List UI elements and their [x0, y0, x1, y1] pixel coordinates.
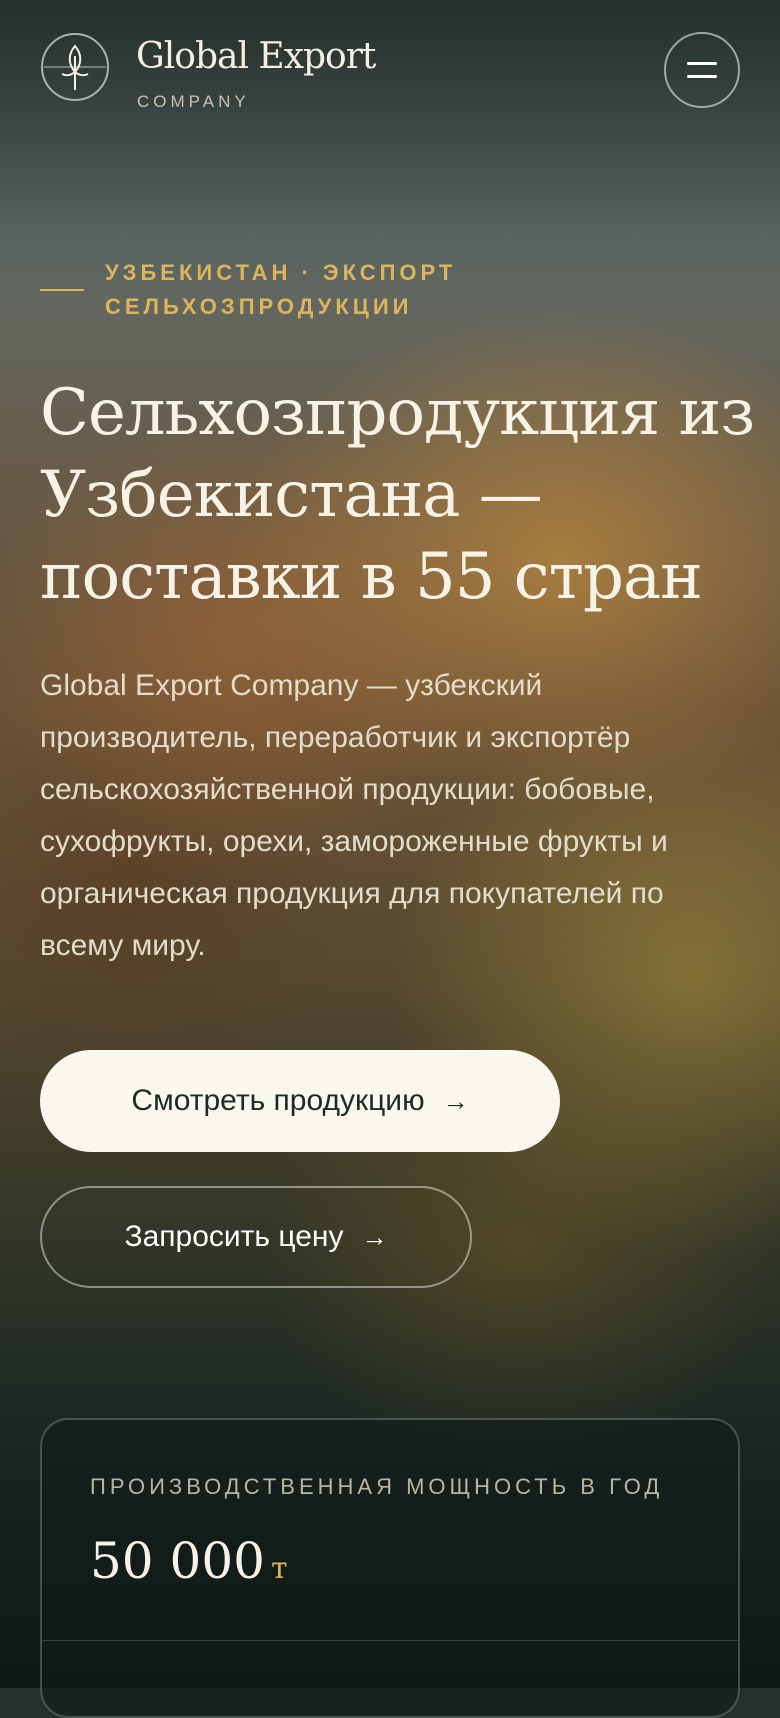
wheat-icon	[41, 33, 109, 101]
view-products-button[interactable]: Смотреть продукцию →	[40, 1050, 560, 1152]
site-header: Global Export COMPANY	[40, 32, 740, 112]
capacity-value: 50 000	[90, 1532, 265, 1590]
arrow-right-icon: →	[442, 1085, 469, 1116]
capacity-value-row: 50 000 т	[90, 1532, 288, 1590]
card-divider	[42, 1640, 738, 1641]
logo[interactable]	[40, 32, 110, 102]
menu-button[interactable]	[664, 32, 740, 108]
eyebrow-text: УЗБЕКИСТАН · ЭКСПОРТ СЕЛЬХОЗПРОДУКЦИИ	[105, 260, 457, 319]
arrow-right-icon: →	[361, 1221, 388, 1252]
view-products-label: Смотреть продукцию	[131, 1084, 425, 1117]
capacity-card: ПРОИЗВОДСТВЕННАЯ МОЩНОСТЬ В ГОД 50 000 т	[40, 1418, 740, 1718]
menu-icon	[687, 75, 717, 78]
request-price-label: Запросить цену	[124, 1220, 344, 1253]
capacity-unit: т	[270, 1551, 288, 1586]
eyebrow-divider	[40, 289, 84, 291]
capacity-label: ПРОИЗВОДСТВЕННАЯ МОЩНОСТЬ В ГОД	[90, 1474, 664, 1499]
request-price-button[interactable]: Запросить цену →	[40, 1186, 472, 1288]
brand-name[interactable]: Global Export	[136, 36, 376, 77]
brand-subtitle: COMPANY	[137, 92, 250, 111]
menu-icon	[687, 62, 717, 65]
hero-headline: Сельхозпродукция из Узбекистана — постав…	[40, 376, 755, 614]
hero-description: Global Export Company — узбекский произв…	[40, 669, 668, 962]
